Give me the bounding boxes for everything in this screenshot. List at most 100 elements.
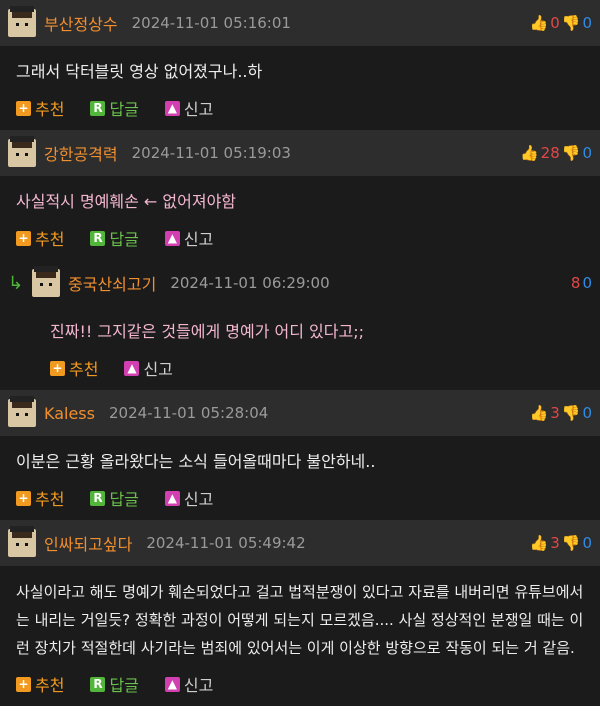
avatar[interactable] <box>8 396 36 427</box>
downvote-count: 0 <box>582 14 592 32</box>
comment-text: 진짜!! 그지같은 것들에게 명예가 어디 있다고;; <box>50 322 364 341</box>
comment-text: 이분은 근황 올라왔다는 소식 들어올때마다 불안하네.. <box>16 452 376 471</box>
plus-icon: + <box>16 676 31 692</box>
reply-button[interactable]: R 답글 <box>90 672 139 696</box>
vote-box: 👍 0 👎 0 <box>530 14 592 32</box>
timestamp: 2024-11-01 05:49:42 <box>146 534 306 552</box>
reply-comment: ↳ 중국산쇠고기 2024-11-01 06:29:00 8 0 진짜!! 그지… <box>0 260 600 390</box>
reply-label: 답글 <box>109 676 139 695</box>
comment-header: Kaless 2024-11-01 05:28:04 👍 3 👎 0 <box>0 390 600 436</box>
comment: Kaless 2024-11-01 05:28:04 👍 3 👎 0 이분은 근… <box>0 390 600 520</box>
report-button[interactable]: ▲ 신고 <box>124 356 173 380</box>
plus-icon: + <box>16 490 31 506</box>
recommend-label: 추천 <box>35 490 65 509</box>
downvote-count: 0 <box>582 534 592 552</box>
downvote-count: 0 <box>582 144 592 162</box>
reply-icon: R <box>90 676 106 692</box>
nickname[interactable]: Kaless <box>44 404 95 423</box>
thumbs-up-icon[interactable]: 👍 <box>530 404 549 422</box>
vote-box: 👍 28 👎 0 <box>520 144 592 162</box>
comment-header: 인싸되고싶다 2024-11-01 05:49:42 👍 3 👎 0 <box>0 520 600 566</box>
recommend-button[interactable]: + 추천 <box>50 356 98 380</box>
comment-header: 강한공격력 2024-11-01 05:19:03 👍 28 👎 0 <box>0 130 600 176</box>
reply-label: 답글 <box>109 100 139 119</box>
report-label: 신고 <box>183 490 214 509</box>
thumbs-down-icon[interactable]: 👎 <box>562 534 581 552</box>
score-count: 8 <box>570 274 581 292</box>
downvote-count: 0 <box>582 274 592 292</box>
vote-box: 8 0 <box>571 274 592 292</box>
nickname[interactable]: 중국산쇠고기 <box>68 271 156 295</box>
siren-icon: ▲ <box>164 676 180 692</box>
siren-icon: ▲ <box>164 230 180 246</box>
report-label: 신고 <box>143 360 173 379</box>
report-label: 신고 <box>183 230 214 249</box>
report-button[interactable]: ▲ 신고 <box>164 226 214 250</box>
avatar[interactable] <box>8 6 36 37</box>
downvote-count: 0 <box>582 404 592 422</box>
upvote-count: 3 <box>550 534 560 552</box>
reply-button[interactable]: R 답글 <box>90 486 139 510</box>
upvote-count: 3 <box>550 404 560 422</box>
reply-icon: R <box>90 230 106 246</box>
report-label: 신고 <box>183 676 214 695</box>
thumbs-down-icon[interactable]: 👎 <box>562 144 581 162</box>
recommend-label: 추천 <box>69 360 99 379</box>
comment-header: 부산정상수 2024-11-01 05:16:01 👍 0 👎 0 <box>0 0 600 46</box>
comment-header: ↳ 중국산쇠고기 2024-11-01 06:29:00 8 0 <box>0 260 600 306</box>
reply-icon: R <box>90 100 106 116</box>
comment-actions: + 추천 R 답글 ▲ 신고 <box>0 662 600 706</box>
thumbs-up-icon[interactable]: 👍 <box>520 144 539 162</box>
recommend-label: 추천 <box>35 676 65 695</box>
reply-button[interactable]: R 답글 <box>90 226 139 250</box>
reply-label: 답글 <box>109 490 139 509</box>
recommend-button[interactable]: + 추천 <box>16 672 64 696</box>
avatar[interactable] <box>8 526 36 557</box>
comment-actions: + 추천 R 답글 ▲ 신고 <box>0 476 600 520</box>
siren-icon: ▲ <box>164 490 180 506</box>
timestamp: 2024-11-01 05:19:03 <box>131 144 291 162</box>
comment-actions: + 추천 ▲ 신고 <box>0 346 600 390</box>
comment-text: 그래서 닥터블릿 영상 없어졌구나..하 <box>16 62 263 81</box>
comment-actions: + 추천 R 답글 ▲ 신고 <box>0 216 600 260</box>
nickname[interactable]: 부산정상수 <box>44 11 118 35</box>
recommend-label: 추천 <box>35 100 65 119</box>
comment-actions: + 추천 R 답글 ▲ 신고 <box>0 86 600 130</box>
nickname[interactable]: 인싸되고싶다 <box>44 531 132 555</box>
reply-button[interactable]: R 답글 <box>90 96 139 120</box>
thumbs-up-icon[interactable]: 👍 <box>530 534 549 552</box>
comment-text: 사실적시 명예훼손 ← 없어져야함 <box>16 192 237 211</box>
reply-label: 답글 <box>109 230 139 249</box>
reply-arrow-icon: ↳ <box>8 272 24 294</box>
plus-icon: + <box>16 230 31 246</box>
reply-icon: R <box>90 490 106 506</box>
comment-text: 사실이라고 해도 명예가 훼손되었다고 걸고 법적분쟁이 있다고 자료를 내버리… <box>16 583 584 657</box>
recommend-button[interactable]: + 추천 <box>16 486 64 510</box>
plus-icon: + <box>16 100 31 116</box>
timestamp: 2024-11-01 05:28:04 <box>108 404 269 422</box>
recommend-button[interactable]: + 추천 <box>16 226 64 250</box>
upvote-count: 0 <box>550 14 560 32</box>
report-button[interactable]: ▲ 신고 <box>164 486 214 510</box>
report-button[interactable]: ▲ 신고 <box>164 96 214 120</box>
avatar[interactable] <box>32 266 60 297</box>
avatar[interactable] <box>8 136 36 167</box>
siren-icon: ▲ <box>124 360 140 376</box>
recommend-button[interactable]: + 추천 <box>16 96 64 120</box>
comment: 인싸되고싶다 2024-11-01 05:49:42 👍 3 👎 0 사실이라고… <box>0 520 600 706</box>
thumbs-down-icon[interactable]: 👎 <box>562 14 581 32</box>
upvote-count: 28 <box>540 144 560 162</box>
vote-box: 👍 3 👎 0 <box>530 404 592 422</box>
thumbs-down-icon[interactable]: 👎 <box>562 404 581 422</box>
nickname[interactable]: 강한공격력 <box>44 141 118 165</box>
report-button[interactable]: ▲ 신고 <box>164 672 214 696</box>
thumbs-up-icon[interactable]: 👍 <box>530 14 549 32</box>
comment: 부산정상수 2024-11-01 05:16:01 👍 0 👎 0 그래서 닥터… <box>0 0 600 130</box>
vote-box: 👍 3 👎 0 <box>530 534 592 552</box>
timestamp: 2024-11-01 06:29:00 <box>170 274 330 292</box>
recommend-label: 추천 <box>35 230 65 249</box>
plus-icon: + <box>50 360 65 376</box>
siren-icon: ▲ <box>164 100 180 116</box>
comment: 강한공격력 2024-11-01 05:19:03 👍 28 👎 0 사실적시 … <box>0 130 600 260</box>
report-label: 신고 <box>183 100 214 119</box>
